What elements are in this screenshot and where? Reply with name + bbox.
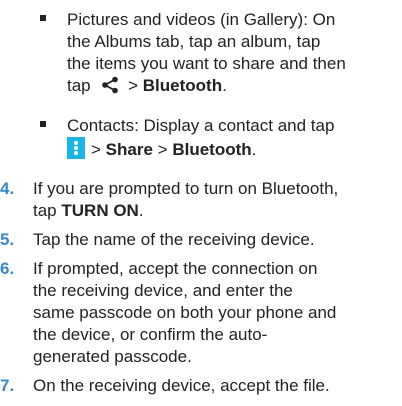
share-icon	[102, 76, 119, 94]
bluetooth-label: Bluetooth	[172, 140, 252, 159]
bullet-mark	[40, 15, 46, 21]
bullet-item-gallery: Pictures and videos (in Gallery): On the…	[40, 9, 397, 97]
step-number: 6.	[0, 259, 15, 278]
bullet-line: Pictures and videos (in Gallery): On	[67, 10, 336, 29]
step-number: 7.	[0, 376, 15, 395]
step-4: 4. If you are prompted to turn on Blueto…	[0, 178, 397, 222]
bullet-item-contacts: Contacts: Display a contact and tap > Sh…	[40, 115, 397, 161]
step-line: the receiving device, and enter the	[33, 281, 293, 300]
step-line: If you are prompted to turn on Bluetooth…	[33, 179, 339, 198]
bluetooth-label: Bluetooth	[142, 76, 223, 95]
bullet-line: > Share > Bluetooth.	[67, 137, 397, 161]
instructions-page: Pictures and videos (in Gallery): On the…	[0, 0, 402, 406]
step-6: 6. If prompted, accept the connection on…	[0, 258, 397, 368]
step-line: the device, or confirm the auto-	[33, 325, 268, 344]
step-number: 5.	[0, 230, 15, 249]
turn-on-label: TURN ON	[61, 201, 139, 220]
step-7: 7. On the receiving device, accept the f…	[0, 375, 397, 397]
more-options-icon	[67, 137, 85, 159]
step-number: 4.	[0, 179, 15, 198]
step-line: If prompted, accept the connection on	[33, 259, 318, 278]
step-line: same passcode on both your phone and	[33, 303, 337, 322]
bullet-line: Contacts: Display a contact and tap	[67, 116, 335, 135]
share-label: Share	[105, 140, 153, 159]
step-line: Tap the name of the receiving device.	[33, 230, 315, 249]
bullet-line: the items you want to share and then	[67, 54, 346, 73]
step-line: On the receiving device, accept the file…	[33, 376, 330, 395]
bullet-line: tap > Bluetooth.	[67, 76, 227, 95]
step-line: tap TURN ON.	[33, 201, 144, 220]
step-line: generated passcode.	[33, 347, 192, 366]
bullet-line: the Albums tab, tap an album, tap	[67, 32, 321, 51]
step-5: 5. Tap the name of the receiving device.	[0, 229, 397, 251]
bullet-mark	[40, 121, 46, 127]
